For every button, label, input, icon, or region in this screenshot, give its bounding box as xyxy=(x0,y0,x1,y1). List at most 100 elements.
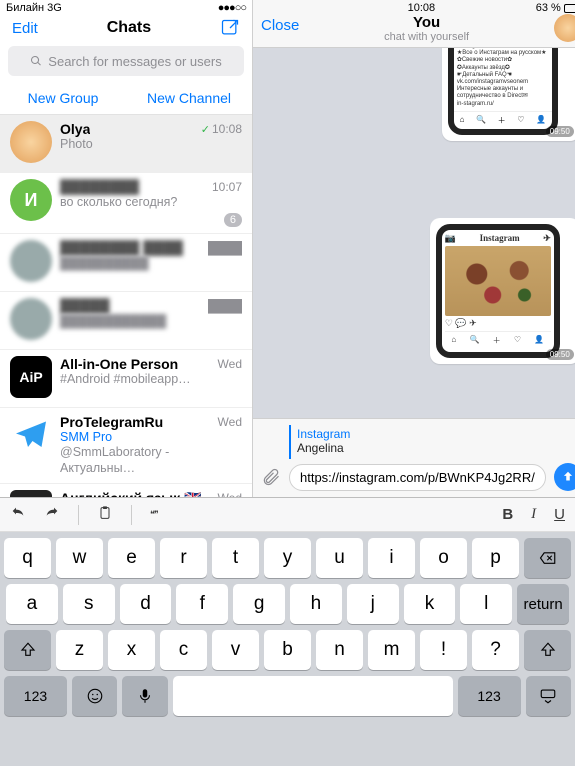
chat-name: All-in-One Person xyxy=(60,356,178,372)
key-c[interactable]: c xyxy=(160,630,207,670)
compose-icon[interactable] xyxy=(220,18,240,38)
key-m[interactable]: m xyxy=(368,630,415,670)
chat-preview: ██████████ xyxy=(60,256,242,272)
key-d[interactable]: d xyxy=(120,584,172,624)
chat-row[interactable]: ████████ ██████████████████ xyxy=(0,234,252,292)
chat-row[interactable]: ENАнглийский язык 🇬🇧📚Wed"ТОП-5 бизнес ка… xyxy=(0,484,252,498)
key-s[interactable]: s xyxy=(63,584,115,624)
key-r[interactable]: r xyxy=(160,538,207,578)
chat-name: █████ xyxy=(60,298,110,314)
message-input[interactable]: https://instagram.com/p/BWnKP4Jg2RR/ xyxy=(289,464,546,491)
key-a[interactable]: a xyxy=(6,584,58,624)
chat-row[interactable]: ProTelegramRuWedSMM Pro@SmmLaboratory - … xyxy=(0,408,252,484)
chat-time: ████ xyxy=(208,299,242,313)
key-mic[interactable] xyxy=(122,676,167,716)
chat-time: ████ xyxy=(208,241,242,255)
key-numbers[interactable]: 123 xyxy=(458,676,521,716)
quote-icon[interactable]: ❝❞ xyxy=(150,509,158,520)
redo-icon[interactable] xyxy=(44,505,60,524)
search-input[interactable]: Search for messages or users xyxy=(8,46,244,76)
undo-icon[interactable] xyxy=(10,505,26,524)
unread-badge: 6 xyxy=(224,213,242,227)
key-backspace[interactable] xyxy=(524,538,571,578)
chat-name: ████████ xyxy=(60,179,139,195)
status-bar-left: Билайн 3G ●●●○○ xyxy=(0,0,252,14)
key-j[interactable]: j xyxy=(347,584,399,624)
key-o[interactable]: o xyxy=(420,538,467,578)
chat-row[interactable]: AiPAll-in-One PersonWed#Android #mobilea… xyxy=(0,350,252,408)
key-b[interactable]: b xyxy=(264,630,311,670)
message-bubble[interactable]: In-stagram.ru★Все о Инстаграм на русском… xyxy=(442,48,575,141)
battery-label: 63 % xyxy=(536,2,561,14)
message-bubble[interactable]: 📷Instagram✈ ♡ 💬 ✈ ⌂🔍＋♡👤 09:50 xyxy=(430,218,575,364)
status-bar-right: 10:08 63 % xyxy=(253,0,575,14)
preview-title: Angelina xyxy=(297,441,575,455)
key-v[interactable]: v xyxy=(212,630,259,670)
send-button[interactable] xyxy=(554,463,575,491)
avatar xyxy=(10,298,52,340)
carrier-label: Билайн 3G xyxy=(6,2,62,14)
key-hide-keyboard[interactable] xyxy=(526,676,571,716)
chat-row[interactable]: И████████10:07во сколько сегодня?6 xyxy=(0,173,252,234)
edit-button[interactable]: Edit xyxy=(12,20,38,37)
avatar[interactable] xyxy=(554,14,575,42)
chat-name: Английский язык 🇬🇧📚 xyxy=(60,490,218,498)
key-t[interactable]: t xyxy=(212,538,259,578)
key-w[interactable]: w xyxy=(56,538,103,578)
key-space[interactable] xyxy=(173,676,453,716)
key-![interactable]: ! xyxy=(420,630,467,670)
avatar xyxy=(10,414,52,456)
key-g[interactable]: g xyxy=(233,584,285,624)
key-z[interactable]: z xyxy=(56,630,103,670)
chat-row[interactable]: Olya✓10:08Photo xyxy=(0,115,252,173)
attach-icon[interactable] xyxy=(261,467,281,487)
new-group-button[interactable]: New Group xyxy=(0,90,126,106)
key-emoji[interactable] xyxy=(72,676,117,716)
clock: 10:08 xyxy=(408,2,436,14)
link-preview[interactable]: Instagram Angelina xyxy=(289,425,575,459)
italic-button[interactable]: I xyxy=(531,506,536,523)
preview-site: Instagram xyxy=(297,427,575,441)
key-p[interactable]: p xyxy=(472,538,519,578)
key-return[interactable]: return xyxy=(517,584,569,624)
chat-time: 10:08 xyxy=(212,122,242,136)
key-h[interactable]: h xyxy=(290,584,342,624)
avatar xyxy=(10,121,52,163)
key-f[interactable]: f xyxy=(176,584,228,624)
underline-button[interactable]: U xyxy=(554,506,565,523)
key-k[interactable]: k xyxy=(404,584,456,624)
chat-preview: Photo xyxy=(60,137,242,153)
chat-time: 10:07 xyxy=(212,180,242,194)
clipboard-icon[interactable] xyxy=(97,505,113,524)
battery-icon xyxy=(564,4,575,13)
key-?[interactable]: ? xyxy=(472,630,519,670)
chat-title: You xyxy=(299,14,553,31)
search-icon xyxy=(30,55,42,67)
key-i[interactable]: i xyxy=(368,538,415,578)
chat-row[interactable]: █████████████████████ xyxy=(0,292,252,350)
key-n[interactable]: n xyxy=(316,630,363,670)
key-numbers[interactable]: 123 xyxy=(4,676,67,716)
key-y[interactable]: y xyxy=(264,538,311,578)
chat-preview: #Android #mobileapp… xyxy=(60,372,242,388)
key-l[interactable]: l xyxy=(460,584,512,624)
chat-subtitle: chat with yourself xyxy=(299,31,553,43)
message-time: 09:50 xyxy=(546,349,574,360)
chats-title: Chats xyxy=(107,19,151,37)
chat-name: Olya xyxy=(60,121,90,137)
key-shift[interactable] xyxy=(524,630,571,670)
chat-preview: @SmmLaboratory - Актуальны… xyxy=(60,445,242,476)
new-channel-button[interactable]: New Channel xyxy=(126,90,252,106)
instagram-logo: Instagram xyxy=(480,233,520,244)
chat-preview: ████████████ xyxy=(60,314,242,330)
close-button[interactable]: Close xyxy=(261,17,299,34)
chat-time: Wed xyxy=(218,491,242,497)
bold-button[interactable]: B xyxy=(502,506,513,523)
keyboard: qwertyuiop asdfghjklreturn zxcvbnm!? 123… xyxy=(0,532,575,766)
key-shift[interactable] xyxy=(4,630,51,670)
key-q[interactable]: q xyxy=(4,538,51,578)
chat-preview: во сколько сегодня? xyxy=(60,195,242,211)
key-x[interactable]: x xyxy=(108,630,155,670)
key-u[interactable]: u xyxy=(316,538,363,578)
key-e[interactable]: e xyxy=(108,538,155,578)
